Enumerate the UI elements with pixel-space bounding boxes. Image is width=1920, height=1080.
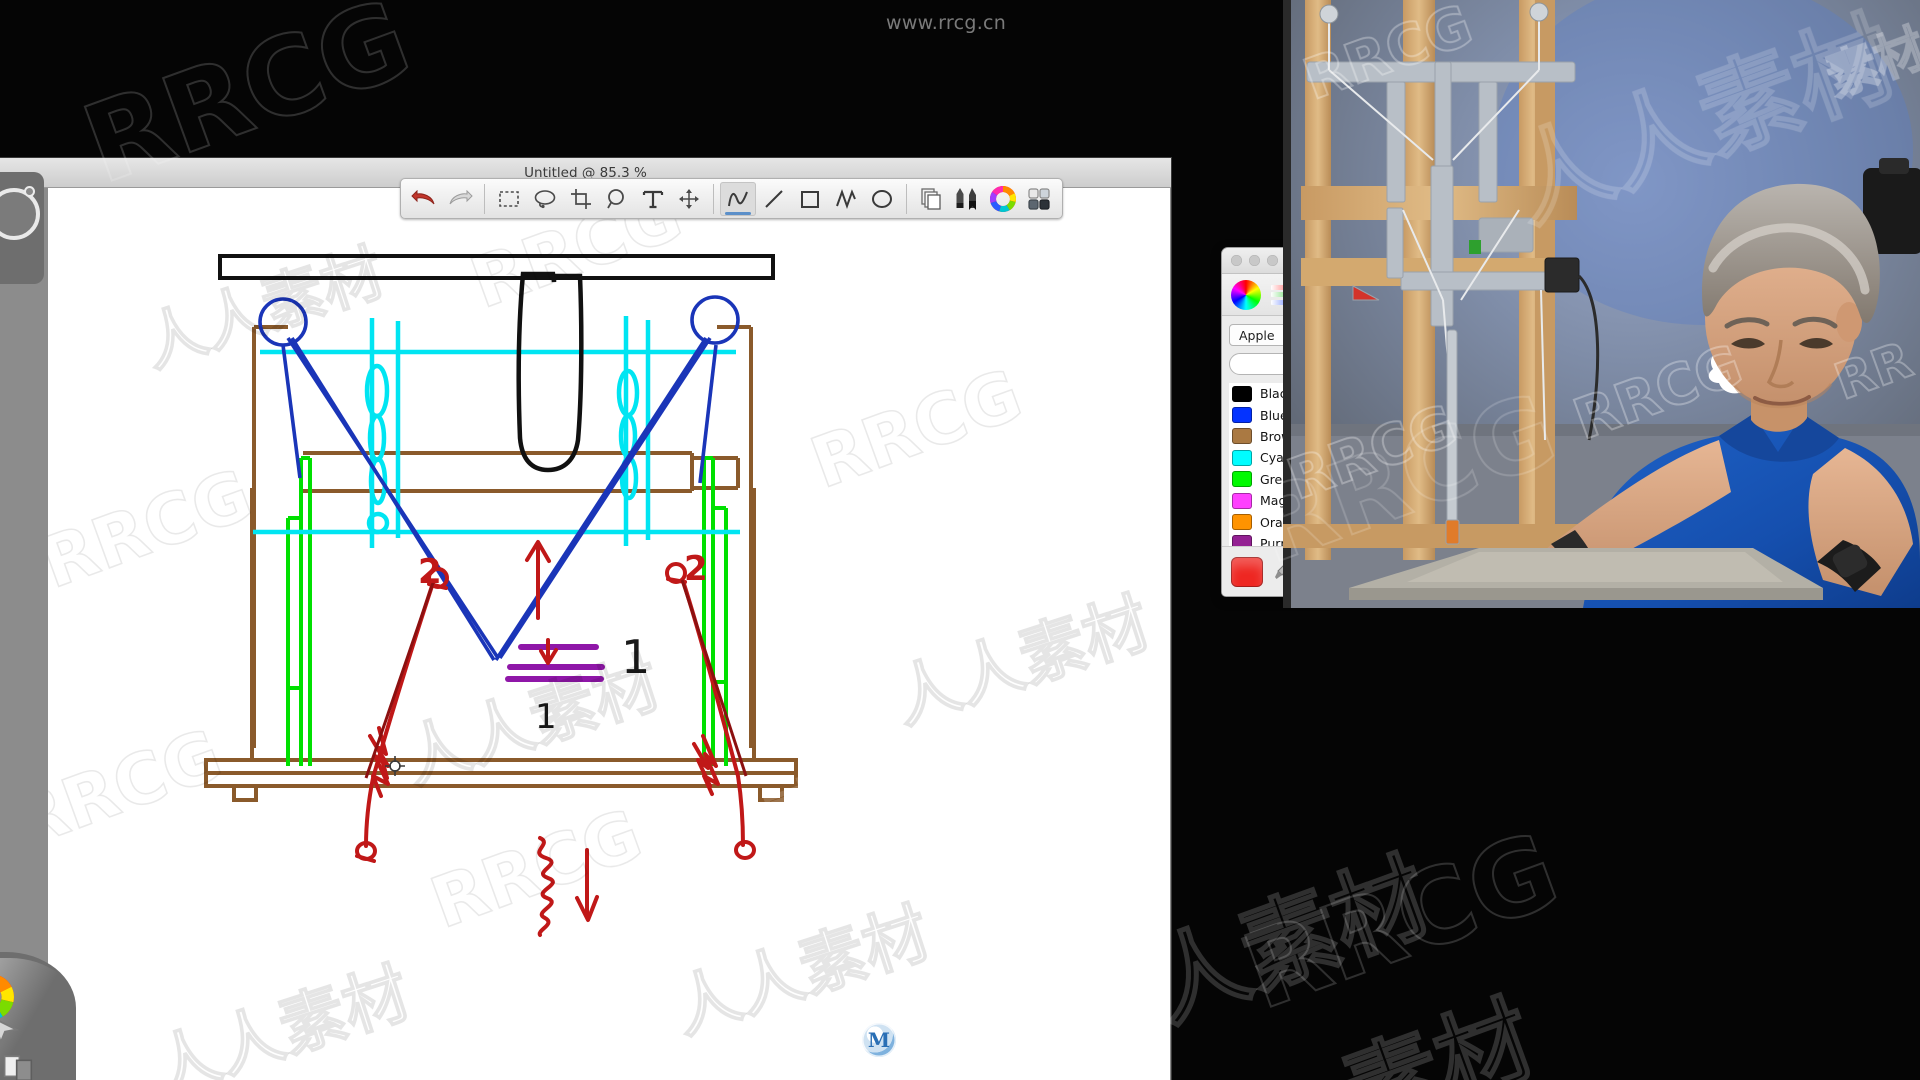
color-swatch[interactable] xyxy=(1232,492,1252,509)
text-t-icon xyxy=(642,190,664,208)
zoom-button[interactable] xyxy=(1267,255,1278,266)
toolbar-group-shapes xyxy=(720,181,900,216)
magnifier-icon xyxy=(607,188,624,208)
color-wheel-icon xyxy=(990,185,1016,212)
redo-button[interactable] xyxy=(442,182,478,216)
rect-select-tool[interactable] xyxy=(491,182,527,216)
drawing-canvas[interactable]: 2 2 1 1 RRCG 人人素材 RRCG 人人素材 RRCG 人人素材 RR… xyxy=(48,188,1170,1080)
move-arrows-icon xyxy=(679,188,699,209)
green-rails xyxy=(286,456,728,766)
palette-select-label: Apple xyxy=(1239,327,1275,343)
pencil-pen-icon xyxy=(956,187,976,210)
crop-icon xyxy=(571,188,591,209)
toolbar-separator-2 xyxy=(713,183,714,214)
rectangle-icon xyxy=(801,190,819,208)
cyan-guides xyxy=(253,316,740,548)
red-ink xyxy=(355,540,756,937)
annotation-2-left: 2 xyxy=(418,552,442,592)
canvas-annotations: 2 2 1 1 xyxy=(418,549,708,737)
ellipse-icon xyxy=(872,189,892,208)
annotation-toolbar[interactable] xyxy=(400,178,1063,219)
annotation-1-upper: 1 xyxy=(621,630,650,684)
four-squares-icon xyxy=(1028,187,1050,210)
toolbar-separator-1 xyxy=(484,183,485,214)
line-tool[interactable] xyxy=(756,182,792,216)
undo-button[interactable] xyxy=(406,182,442,216)
black-hook xyxy=(516,271,584,473)
curve-icon xyxy=(728,191,748,206)
top-beam xyxy=(218,254,775,280)
duplicate-button[interactable] xyxy=(913,182,949,216)
webcam-video-overlay: RRCG 素材 RRCG RRCG RR xyxy=(1283,0,1920,608)
toolbar-group-history xyxy=(406,182,478,216)
crop-tool[interactable] xyxy=(563,182,599,216)
color-swatch[interactable] xyxy=(1232,385,1252,402)
toolbar-separator-3 xyxy=(906,183,907,214)
toolbar-group-style xyxy=(913,182,1057,216)
brand-mark-icon: M xyxy=(862,1023,896,1057)
color-swatch[interactable] xyxy=(1232,514,1252,531)
zoom-tool[interactable] xyxy=(599,182,635,216)
lasso-select-tool[interactable] xyxy=(527,182,563,216)
patterns-button[interactable] xyxy=(1021,182,1057,216)
polyline-icon xyxy=(836,188,856,209)
color-wheel-icon[interactable] xyxy=(1231,279,1261,310)
rectangle-tool[interactable] xyxy=(792,182,828,216)
window-switch-icon[interactable] xyxy=(2,1052,34,1080)
color-swatch[interactable] xyxy=(1232,428,1252,445)
annotation-1-lower: 1 xyxy=(535,697,557,737)
brand-logo-watermark: M 人人素材 xyxy=(862,1018,1032,1062)
lens-highlight-icon xyxy=(24,186,35,197)
annotation-2-right: 2 xyxy=(684,549,708,589)
lasso-icon xyxy=(534,189,556,208)
copy-pages-icon xyxy=(921,187,941,210)
diagram-svg: 2 2 1 1 xyxy=(204,254,798,937)
marquee-rect-icon xyxy=(499,190,519,207)
pen-tools-button[interactable] xyxy=(949,182,985,216)
toolbar-group-select xyxy=(491,182,707,216)
color-swatch[interactable] xyxy=(1232,407,1252,424)
text-tool[interactable] xyxy=(635,182,671,216)
redo-arrow-icon xyxy=(449,189,473,204)
wood-frame xyxy=(250,325,756,750)
brand-logo-text: 人人素材 xyxy=(903,1025,1032,1061)
undo-arrow-icon xyxy=(411,189,435,204)
current-color-swatch[interactable] xyxy=(1231,556,1263,587)
polyline-tool[interactable] xyxy=(828,182,864,216)
color-swatch[interactable] xyxy=(1232,471,1252,488)
color-swatch[interactable] xyxy=(1232,449,1252,466)
webcam-frame: RRCG 素材 RRCG RRCG RR xyxy=(1283,0,1920,608)
colors-button[interactable] xyxy=(985,182,1021,216)
cursor-arrow-icon[interactable] xyxy=(0,1014,22,1048)
url-watermark: www.rrcg.cn xyxy=(886,12,1007,34)
close-button[interactable] xyxy=(1231,255,1242,266)
dock-top-sliver[interactable] xyxy=(0,172,44,284)
camera-lens-icon[interactable] xyxy=(0,188,40,240)
line-icon xyxy=(765,189,783,208)
curve-tool[interactable] xyxy=(720,181,756,216)
ellipse-tool[interactable] xyxy=(864,182,900,216)
minimize-button[interactable] xyxy=(1249,255,1260,266)
move-tool[interactable] xyxy=(671,182,707,216)
